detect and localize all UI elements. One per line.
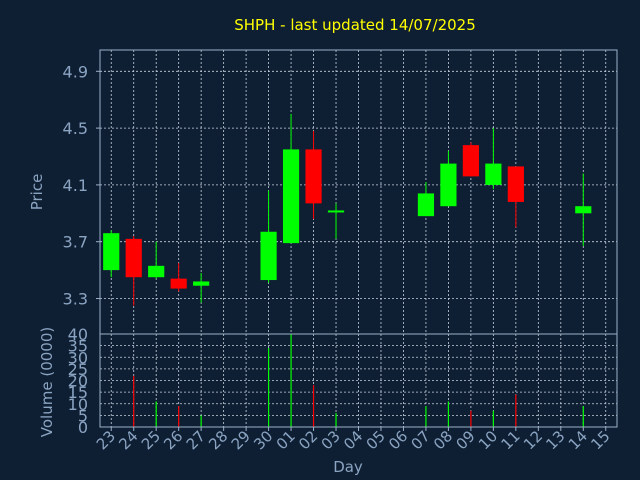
candle-body: [305, 149, 322, 204]
volume-panel: 4035302520151050: [68, 325, 618, 437]
candle: [327, 203, 345, 239]
candle: [462, 142, 479, 177]
candle-body: [282, 149, 300, 244]
candle: [417, 182, 435, 217]
candle: [103, 230, 120, 278]
candle-body: [103, 233, 120, 271]
price-tick-label: 3.7: [63, 233, 88, 252]
candle: [125, 236, 142, 306]
price-tick-label: 4.5: [63, 119, 88, 138]
candle: [440, 150, 457, 207]
candle: [485, 128, 502, 190]
candle: [282, 113, 300, 244]
candle: [170, 263, 187, 292]
x-tick-label: 15: [587, 427, 613, 453]
candle-body: [148, 265, 165, 278]
candle-body: [417, 193, 435, 217]
chart-canvas: SHPH - last updated 14/07/2025 Price Vol…: [28, 16, 618, 476]
candle-body: [125, 238, 142, 278]
candle: [507, 166, 524, 228]
x-axis-label: Day: [333, 458, 363, 476]
candle: [148, 241, 165, 279]
candle: [193, 272, 210, 303]
candle-body: [260, 231, 277, 281]
candle-body: [485, 163, 502, 185]
price-tick-label: 4.9: [63, 62, 88, 81]
x-tick-labels: 2324252627282930010203040506070809101112…: [93, 427, 614, 453]
candle-body: [193, 281, 210, 286]
price-axis-label: Price: [28, 174, 46, 211]
chart-title: SHPH - last updated 14/07/2025: [234, 16, 476, 34]
price-tick-label: 4.1: [63, 176, 88, 195]
candle-body: [327, 210, 345, 213]
candle: [305, 130, 322, 219]
candle-body: [440, 163, 457, 207]
candle-body: [575, 206, 592, 214]
candle-body: [462, 145, 479, 177]
candle-body: [170, 278, 187, 289]
price-panel: 4.9 4.5 4.1 3.7 3.3: [63, 49, 618, 335]
candle: [575, 173, 592, 246]
volume-axis-label: Volume (0000): [38, 327, 56, 437]
volume-tick-label: 0: [78, 418, 88, 437]
candle: [260, 190, 277, 283]
candle-body: [507, 166, 524, 202]
price-tick-label: 3.3: [63, 290, 88, 309]
